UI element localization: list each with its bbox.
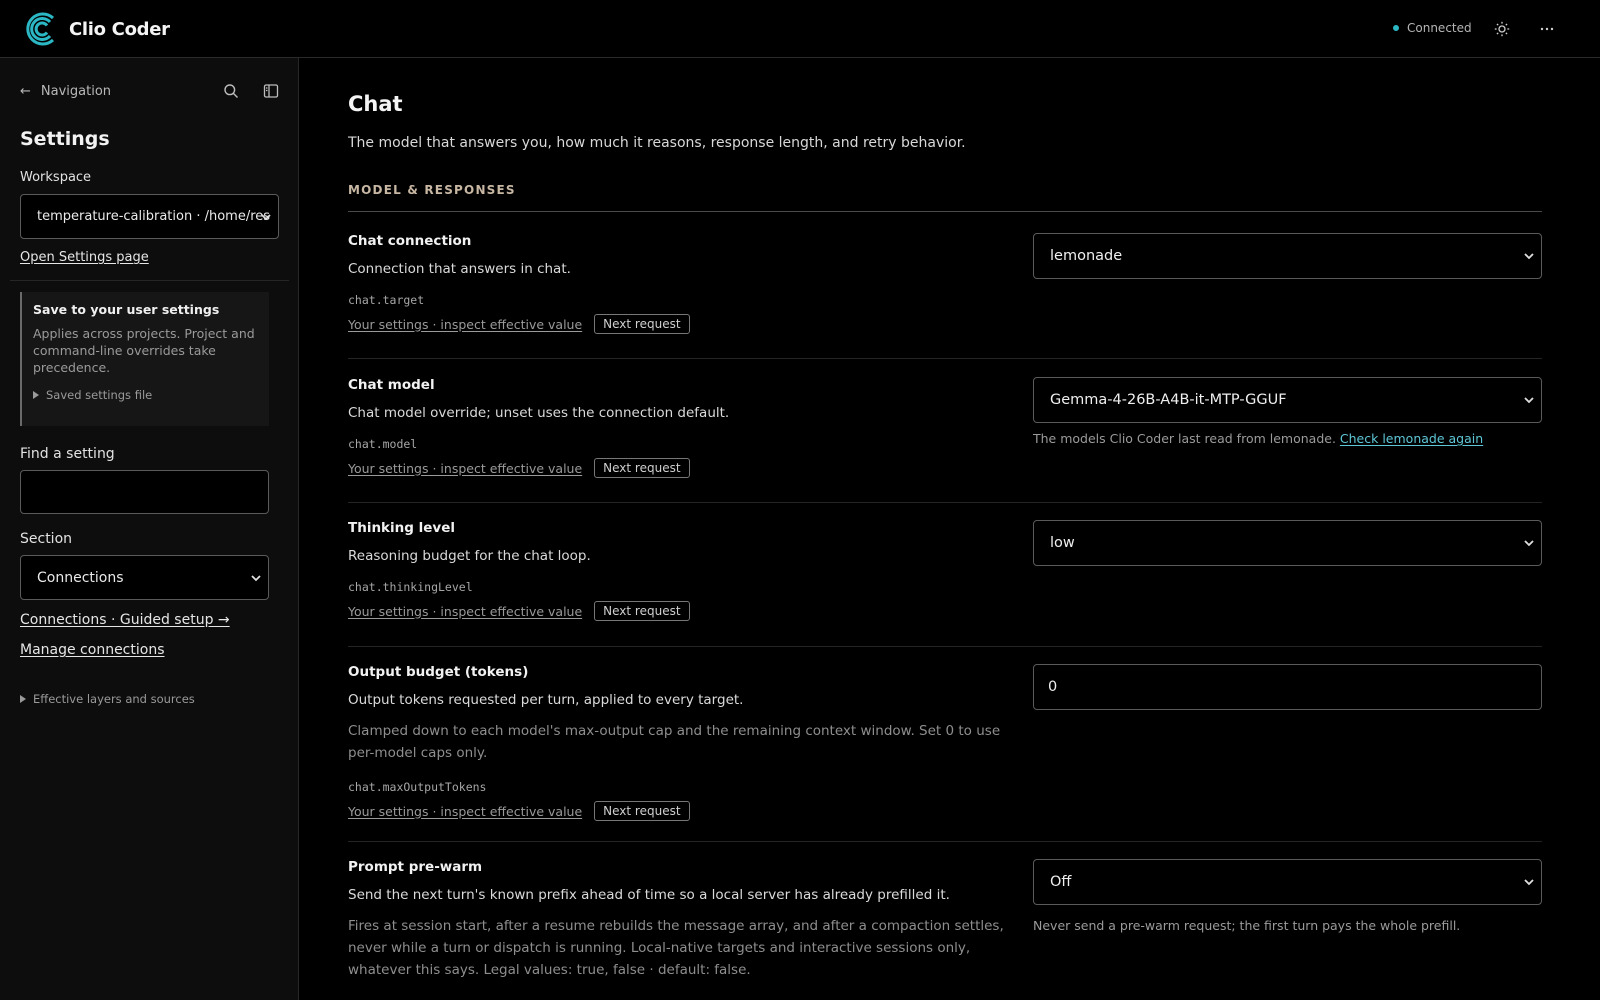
check-lemonade-again-link[interactable]: Check lemonade again <box>1340 431 1483 446</box>
note-body: Applies across projects. Project and com… <box>33 326 255 375</box>
search-icon <box>224 84 238 98</box>
setting-key: chat.maxOutputTokens <box>348 780 487 794</box>
section-rule <box>348 211 1542 212</box>
manage-connections-link[interactable]: Manage connections <box>20 642 165 658</box>
caret-right-icon <box>33 391 39 399</box>
more-horizontal-icon <box>1540 27 1554 31</box>
setting-chat-connection: Chat connection Connection that answers … <box>348 233 1008 334</box>
chat-model-help: The models Clio Coder last read from lem… <box>1033 431 1483 446</box>
inspect-effective-value-link[interactable]: Your settings · inspect effective value <box>348 317 582 332</box>
chevron-down-icon <box>1524 253 1534 260</box>
setting-title: Prompt pre-warm <box>348 859 483 875</box>
setting-description: Connection that answers in chat. <box>348 261 571 277</box>
theme-toggle-button[interactable] <box>1490 17 1514 41</box>
navigation-back-link[interactable]: ← Navigation <box>20 84 111 99</box>
effective-layers-label: Effective layers and sources <box>33 692 195 706</box>
saved-settings-file-toggle[interactable]: Saved settings file <box>33 388 259 402</box>
caret-right-icon <box>20 695 26 703</box>
chat-model-help-text: The models Clio Coder last read from lem… <box>1033 431 1336 446</box>
nav-back-label: Navigation <box>40 84 112 99</box>
section-label: Section <box>20 531 73 547</box>
setting-key: chat.thinkingLevel <box>348 580 473 594</box>
apply-timing-badge: Next request <box>594 314 690 334</box>
chevron-down-icon <box>1524 879 1534 886</box>
setting-description: Output tokens requested per turn, applie… <box>348 692 744 708</box>
save-scope-note: Save to your user settings Applies acros… <box>20 292 269 426</box>
saved-settings-file-label: Saved settings file <box>46 388 153 402</box>
more-menu-button[interactable] <box>1535 17 1559 41</box>
find-setting-input[interactable] <box>20 470 269 514</box>
setting-title: Chat connection <box>348 233 472 249</box>
chevron-down-icon <box>1524 540 1534 547</box>
setting-key: chat.target <box>348 293 425 307</box>
chat-model-select[interactable]: Gemma-4-26B-A4B-it-MTP-GGUF <box>1033 377 1542 423</box>
chat-connection-value: lemonade <box>1050 248 1123 264</box>
status-dot-icon <box>1393 25 1399 31</box>
row-divider <box>348 358 1542 359</box>
settings-sidebar: ← Navigation Settings Workspace temperat… <box>0 58 299 1000</box>
chat-model-value: Gemma-4-26B-A4B-it-MTP-GGUF <box>1050 392 1287 408</box>
sidebar-search-button[interactable] <box>220 80 242 102</box>
section-value: Connections <box>37 569 124 586</box>
apply-timing-badge: Next request <box>594 801 690 821</box>
setting-description: Chat model override; unset uses the conn… <box>348 405 730 421</box>
inspect-effective-value-link[interactable]: Your settings · inspect effective value <box>348 804 582 819</box>
brand[interactable]: Clio Coder <box>25 10 170 48</box>
setting-key: chat.model <box>348 437 418 451</box>
settings-main: Chat The model that answers you, how muc… <box>300 58 1600 1000</box>
setting-prompt-prewarm: Prompt pre-warm Send the next turn's kno… <box>348 859 1008 981</box>
setting-extra-description: Clamped down to each model's max-output … <box>348 723 1001 761</box>
prompt-prewarm-value: Off <box>1050 874 1072 890</box>
clio-logo-icon <box>26 12 55 46</box>
setting-thinking-level: Thinking level Reasoning budget for the … <box>348 520 1008 621</box>
setting-description: Send the next turn's known prefix ahead … <box>348 887 950 903</box>
arrow-left-icon: ← <box>20 84 31 99</box>
workspace-select[interactable]: temperature-calibration · /home/res <box>20 194 279 239</box>
sidebar-toggle-icon <box>263 84 279 98</box>
setting-chat-model: Chat model Chat model override; unset us… <box>348 377 1008 478</box>
effective-layers-toggle[interactable]: Effective layers and sources <box>20 692 195 706</box>
apply-timing-badge: Next request <box>594 601 690 621</box>
chevron-down-icon <box>251 574 261 581</box>
setting-output-budget: Output budget (tokens) Output tokens req… <box>348 664 1008 821</box>
find-setting-label: Find a setting <box>20 446 115 462</box>
sidebar-divider <box>10 280 289 281</box>
status-label: Connected <box>1407 21 1472 35</box>
chevron-down-icon <box>261 213 271 220</box>
output-budget-value: 0 <box>1048 679 1058 695</box>
inspect-effective-value-link[interactable]: Your settings · inspect effective value <box>348 604 582 619</box>
section-select[interactable]: Connections <box>20 555 269 600</box>
sidebar-toggle-button[interactable] <box>260 80 282 102</box>
thinking-level-value: low <box>1050 535 1075 551</box>
setting-title: Thinking level <box>348 520 456 536</box>
setting-extra-description: Fires at session start, after a resume r… <box>348 918 1004 978</box>
prompt-prewarm-select[interactable]: Off <box>1033 859 1542 905</box>
chevron-down-icon <box>1524 397 1534 404</box>
output-budget-input[interactable]: 0 <box>1033 664 1542 710</box>
prompt-prewarm-help: Never send a pre-warm request; the first… <box>1033 918 1461 933</box>
inspect-effective-value-link[interactable]: Your settings · inspect effective value <box>348 461 582 476</box>
workspace-value: temperature-calibration · /home/res <box>37 209 271 224</box>
row-divider <box>348 646 1542 647</box>
thinking-level-select[interactable]: low <box>1033 520 1542 566</box>
section-heading: MODEL & RESPONSES <box>348 183 516 197</box>
setting-title: Output budget (tokens) <box>348 664 529 680</box>
setting-title: Chat model <box>348 377 435 393</box>
chat-connection-select[interactable]: lemonade <box>1033 233 1542 279</box>
page-title: Chat <box>348 92 403 116</box>
workspace-label: Workspace <box>20 170 92 185</box>
top-bar: Clio Coder Connected <box>0 0 1600 58</box>
sidebar-title: Settings <box>20 128 110 150</box>
note-title: Save to your user settings <box>33 302 220 317</box>
setting-description: Reasoning budget for the chat loop. <box>348 548 591 564</box>
guided-setup-link[interactable]: Connections · Guided setup → <box>20 612 230 628</box>
row-divider <box>348 841 1542 842</box>
apply-timing-badge: Next request <box>594 458 690 478</box>
app-name: Clio Coder <box>69 18 170 40</box>
open-settings-page-link[interactable]: Open Settings page <box>20 250 149 265</box>
sun-icon <box>1494 21 1510 37</box>
page-description: The model that answers you, how much it … <box>348 135 966 151</box>
connection-status: Connected <box>1393 21 1472 35</box>
row-divider <box>348 502 1542 503</box>
